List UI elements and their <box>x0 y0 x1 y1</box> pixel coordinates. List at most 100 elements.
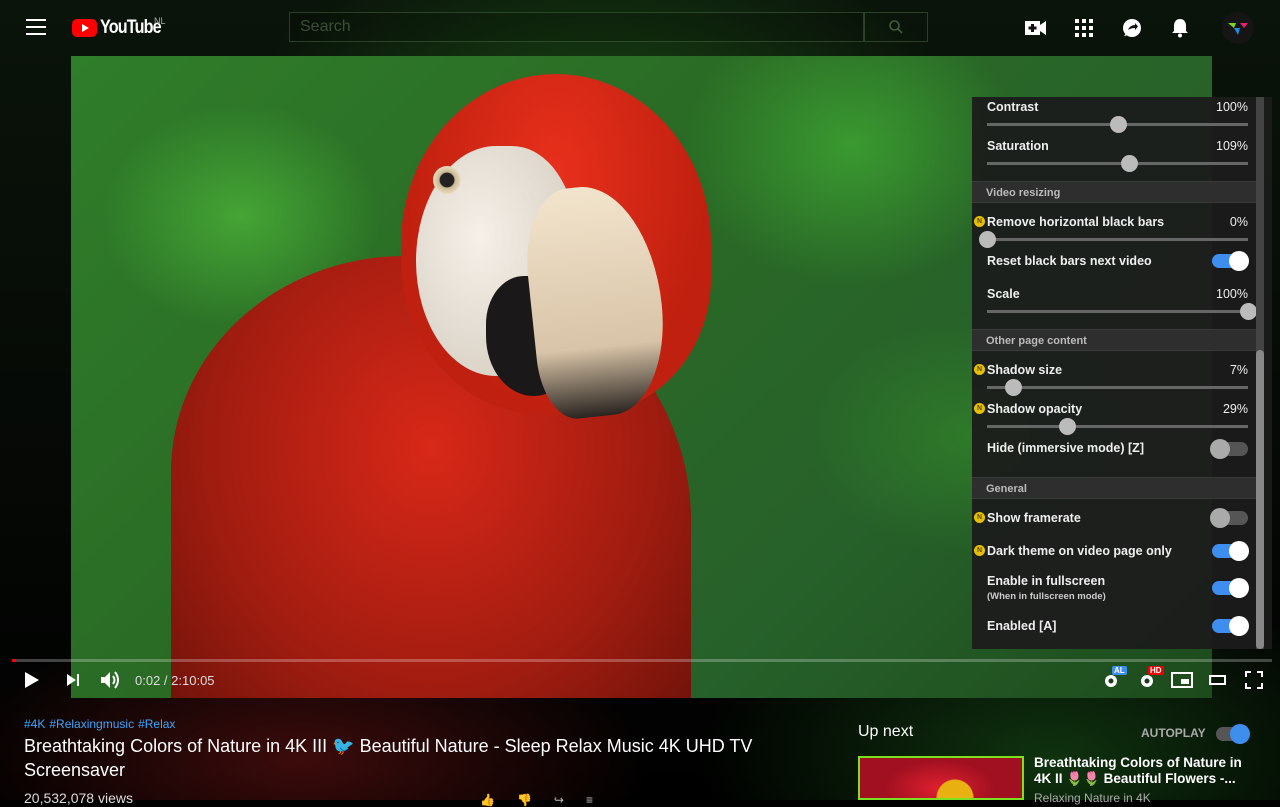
search-box <box>289 12 864 42</box>
setting-enable-fullscreen: Enable in fullscreen (When in fullscreen… <box>987 574 1249 602</box>
remove-black-bars-slider[interactable] <box>979 231 1248 248</box>
miniplayer-button[interactable] <box>1170 668 1194 692</box>
setting-dark-theme: N Dark theme on video page only <box>974 541 1249 561</box>
recommended-video-thumbnail[interactable] <box>858 756 1024 800</box>
contrast-slider[interactable] <box>987 116 1248 133</box>
ambilight-settings-button[interactable]: AL <box>1100 666 1127 692</box>
setting-label: Enable in fullscreen <box>987 574 1106 588</box>
slider-knob[interactable] <box>1240 303 1257 320</box>
hd-badge: HD <box>1148 666 1164 675</box>
ambient-light-settings-panel: Contrast 100% Saturation 109% Video resi… <box>972 97 1272 649</box>
search-input[interactable] <box>290 13 863 41</box>
hashtag-link[interactable]: #Relaxingmusic <box>49 717 134 731</box>
time-display: 0:02 / 2:10:05 <box>135 673 215 688</box>
setting-label: Dark theme on video page only <box>987 544 1172 558</box>
setting-reset-black-bars: Reset black bars next video <box>987 251 1249 271</box>
setting-scale: Scale 100% <box>987 287 1248 301</box>
masthead: YouTube NL <box>0 0 1280 56</box>
slider-knob[interactable] <box>1005 379 1023 396</box>
setting-sublabel: (When in fullscreen mode) <box>987 591 1106 602</box>
notifications-icon[interactable] <box>1168 16 1192 40</box>
share-icon[interactable]: ↪ <box>554 793 564 807</box>
like-icon[interactable]: 👍 <box>480 793 495 807</box>
enabled-toggle[interactable] <box>1212 616 1249 636</box>
slider-knob[interactable] <box>1058 418 1076 435</box>
save-icon[interactable]: ≡ <box>586 793 593 807</box>
menu-icon[interactable] <box>26 19 46 35</box>
setting-value: 109% <box>1216 139 1248 153</box>
hashtag-link[interactable]: #Relax <box>138 717 175 731</box>
video-hashtags: #4K #Relaxingmusic #Relax <box>24 717 179 731</box>
recommended-video-title[interactable]: Breathtaking Colors of Nature in 4K II 🌷… <box>1034 755 1254 787</box>
autoplay-toggle[interactable] <box>1216 724 1250 744</box>
theater-mode-button[interactable] <box>1206 668 1230 692</box>
setting-value: 100% <box>1216 100 1248 114</box>
setting-label: Contrast <box>987 100 1039 114</box>
time-separator: / <box>160 673 172 688</box>
avatar[interactable] <box>1222 12 1254 44</box>
slider-knob[interactable] <box>1109 116 1127 133</box>
fullscreen-button[interactable] <box>1242 668 1266 692</box>
hashtag-link[interactable]: #4K <box>24 717 45 731</box>
video-content-parrot-eye <box>433 166 461 194</box>
new-feature-badge: N <box>974 512 985 523</box>
volume-button[interactable] <box>100 668 122 692</box>
video-actions: 👍 👎 ↪ ≡ <box>480 793 593 807</box>
setting-value: 7% <box>1229 363 1248 377</box>
apps-icon[interactable] <box>1072 16 1096 40</box>
section-video-resizing[interactable]: Video resizing <box>972 181 1261 203</box>
time-total: 2:10:05 <box>171 673 215 688</box>
shadow-size-slider[interactable] <box>987 379 1248 396</box>
panel-scrollbar-thumb[interactable] <box>1256 350 1264 649</box>
skip-next-icon <box>67 674 79 686</box>
scale-slider[interactable] <box>987 303 1257 320</box>
new-feature-badge: N <box>974 364 985 375</box>
saturation-slider[interactable] <box>987 155 1248 172</box>
dislike-icon[interactable]: 👎 <box>517 793 532 807</box>
view-count: 20,532,078 views <box>24 790 133 806</box>
setting-label: Shadow size <box>987 363 1063 377</box>
up-next-heading: Up next <box>858 723 914 740</box>
show-framerate-toggle[interactable] <box>1210 508 1248 528</box>
play-button[interactable] <box>24 668 40 692</box>
enable-fullscreen-toggle[interactable] <box>1212 578 1249 598</box>
setting-hide-immersive: Hide (immersive mode) [Z] <box>987 439 1248 459</box>
create-video-icon[interactable] <box>1024 16 1048 40</box>
setting-value: 100% <box>1216 287 1248 301</box>
country-code: NL <box>154 16 166 26</box>
video-title: Breathtaking Colors of Nature in 4K III … <box>24 736 753 780</box>
setting-label: Scale <box>987 287 1020 301</box>
section-general[interactable]: General <box>972 477 1261 499</box>
recommended-video-channel[interactable]: Relaxing Nature in 4K <box>1034 791 1151 805</box>
dark-theme-toggle[interactable] <box>1212 541 1249 561</box>
hide-immersive-toggle[interactable] <box>1210 439 1248 459</box>
section-other-page-content[interactable]: Other page content <box>972 329 1261 351</box>
next-button[interactable] <box>66 668 80 692</box>
search-button[interactable] <box>864 12 928 42</box>
setting-value: 29% <box>1222 402 1248 416</box>
play-icon <box>25 672 39 688</box>
theater-mode-icon <box>1209 675 1226 685</box>
shadow-opacity-slider[interactable] <box>987 418 1248 435</box>
new-feature-badge: N <box>974 545 985 556</box>
fullscreen-icon <box>1245 671 1263 689</box>
setting-enabled: Enabled [A] <box>987 616 1249 636</box>
setting-saturation: Saturation 109% <box>987 139 1248 153</box>
player-controls: 0:02 / 2:10:05 AL HD <box>0 662 1280 698</box>
messages-icon[interactable] <box>1120 16 1144 40</box>
miniplayer-icon <box>1171 672 1193 688</box>
setting-label: Show framerate <box>987 511 1081 525</box>
new-feature-badge: N <box>974 403 985 414</box>
setting-label: Enabled [A] <box>987 619 1057 633</box>
youtube-play-icon <box>72 19 97 37</box>
slider-knob[interactable] <box>979 231 996 248</box>
reset-black-bars-toggle[interactable] <box>1212 251 1249 271</box>
setting-label: Reset black bars next video <box>987 254 1152 268</box>
setting-show-framerate: N Show framerate <box>974 508 1248 528</box>
ambilight-badge: AL <box>1112 666 1127 675</box>
volume-icon <box>101 671 119 689</box>
youtube-logo[interactable]: YouTube NL <box>72 16 171 39</box>
slider-knob[interactable] <box>1121 155 1139 172</box>
quality-settings-button[interactable]: HD <box>1136 666 1164 692</box>
time-current: 0:02 <box>135 673 161 688</box>
